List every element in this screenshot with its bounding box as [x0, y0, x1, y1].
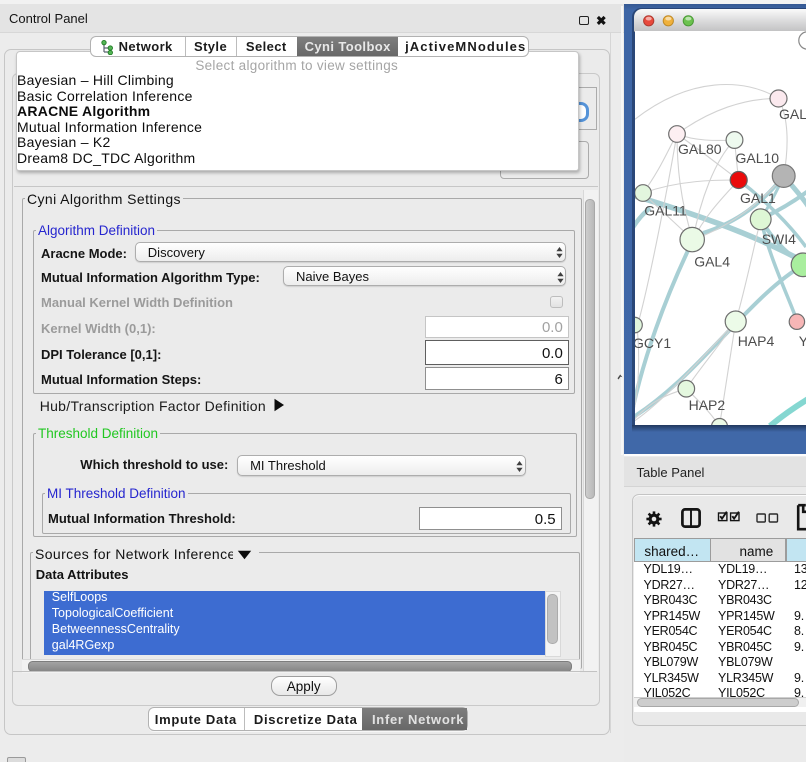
svg-text:GAL4: GAL4 [694, 254, 730, 270]
svg-text:GAL1: GAL1 [740, 190, 776, 206]
svg-text:HAP2: HAP2 [689, 397, 726, 413]
svg-text:GCY1: GCY1 [635, 335, 671, 351]
svg-text:GAL80: GAL80 [678, 141, 722, 157]
svg-text:Y: Y [799, 333, 806, 349]
svg-text:HAP4: HAP4 [738, 333, 775, 349]
svg-text:GAL10: GAL10 [736, 150, 780, 166]
svg-text:GAL11: GAL11 [644, 202, 687, 218]
svg-text:GAL8: GAL8 [779, 106, 806, 122]
svg-text:SWI4: SWI4 [762, 231, 796, 247]
